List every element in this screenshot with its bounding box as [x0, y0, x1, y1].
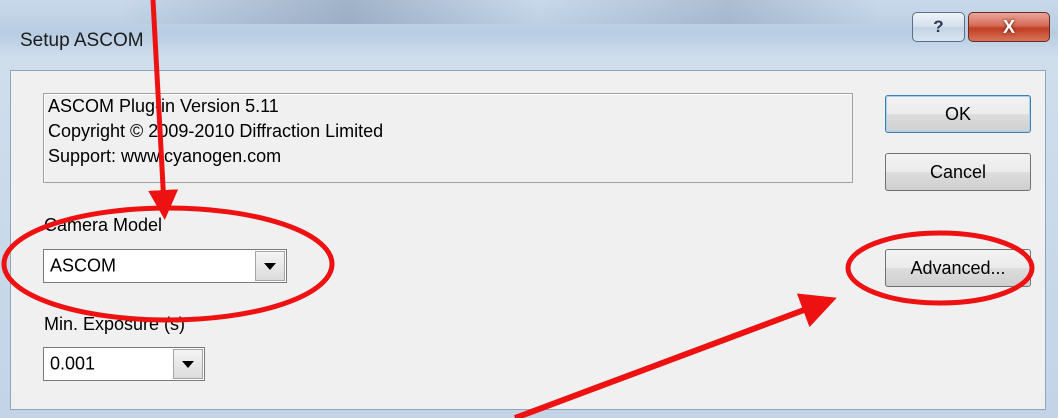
min-exposure-select[interactable]: 0.001 — [43, 347, 205, 381]
info-panel: ASCOM Plug-in Version 5.11 Copyright © 2… — [43, 93, 853, 183]
close-button[interactable]: X — [968, 12, 1050, 42]
camera-model-dropdown-button[interactable] — [255, 251, 285, 281]
min-exposure-value: 0.001 — [50, 353, 96, 374]
window-frame: Setup ASCOM ? X ASCOM Plug-in Version 5.… — [0, 0, 1058, 418]
min-exposure-dropdown-button[interactable] — [173, 349, 203, 379]
cancel-button[interactable]: Cancel — [885, 153, 1031, 191]
version-text: ASCOM Plug-in Version 5.11 — [48, 96, 279, 116]
frame-background — [120, 0, 880, 24]
dialog-body: ASCOM Plug-in Version 5.11 Copyright © 2… — [10, 70, 1046, 410]
window-title: Setup ASCOM — [20, 30, 144, 51]
chevron-down-icon — [182, 360, 194, 368]
camera-model-label: Camera Model — [44, 215, 163, 235]
min-exposure-label: Min. Exposure (s) — [44, 314, 186, 334]
support-text: Support: www.cyanogen.com — [48, 146, 282, 166]
copyright-text: Copyright © 2009-2010 Diffraction Limite… — [48, 121, 384, 141]
advanced-button[interactable]: Advanced... — [885, 249, 1031, 287]
help-button[interactable]: ? — [912, 12, 965, 42]
camera-model-value: ASCOM — [50, 255, 117, 276]
ok-button[interactable]: OK — [885, 95, 1031, 133]
camera-model-select[interactable]: ASCOM — [43, 249, 287, 283]
chevron-down-icon — [264, 262, 276, 270]
